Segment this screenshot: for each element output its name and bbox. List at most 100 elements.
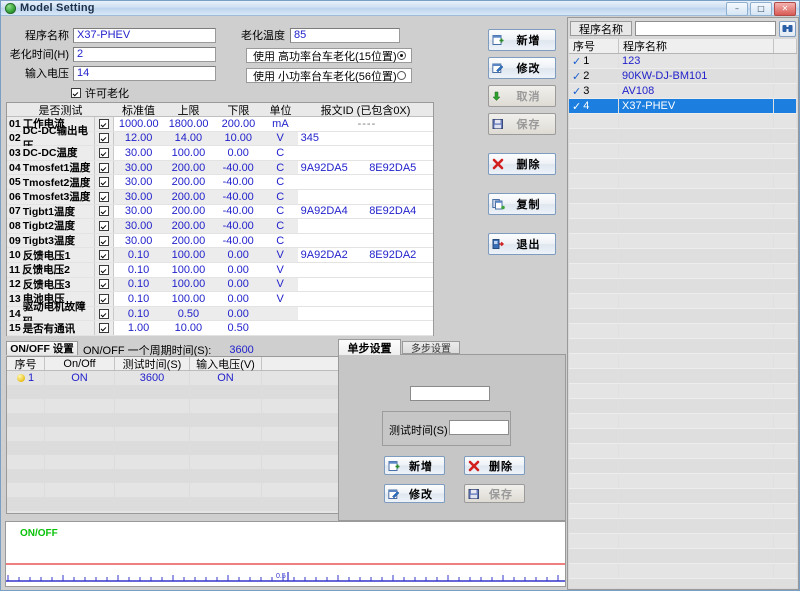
row-test-checkbox-cell[interactable] [94,306,115,321]
row-test-checkbox[interactable] [98,220,109,231]
empty-cell [619,579,774,588]
aging-time-input[interactable]: 2 [73,46,216,62]
tab-onoff-settings[interactable]: ON/OFF 设置 [6,341,78,355]
step-button-edit-pencil[interactable]: 修改 [384,484,445,503]
empty-cell [774,414,797,428]
allow-aging-checkbox[interactable] [71,88,81,98]
list-item[interactable]: ✓ 1 123 [569,54,797,69]
row-test-checkbox-cell[interactable] [94,160,115,175]
table-row[interactable]: 15 是否有通讯 1.00 10.00 0.50 [7,321,433,336]
table-row[interactable]: 14驱动电机故障码 0.100.500.00 [7,301,433,328]
row-test-checkbox-cell[interactable] [94,292,115,306]
row-test-checkbox[interactable] [98,206,109,217]
row-test-checkbox[interactable] [98,162,109,173]
row-test-checkbox-cell[interactable] [94,248,115,262]
row-test-checkbox[interactable] [98,147,109,158]
row-test-checkbox[interactable] [98,177,109,188]
step-time-input[interactable] [449,420,509,435]
row-test-checkbox-cell[interactable] [94,321,115,335]
program-search-bar: 程序名称 [568,18,798,37]
row-test-checkbox-cell[interactable] [94,204,115,219]
table-row[interactable]: 07 Tigbt1温度 30.00 200.00 -40.00 C 9A92DA4 8E92D… [7,204,433,220]
table-row[interactable]: 08 Tigbt2温度 30.00 200.00 -40.00 C [7,219,433,234]
row-unit: C [262,189,298,204]
step-button-red-x[interactable]: 删除 [464,456,525,475]
table-row[interactable]: 06 Tmosfet3温度 30.00 200.00 -40.00 C [7,189,433,205]
onoff-row-empty [7,427,345,441]
step-settings-panel: 单步设置 多步设置 测试时间(S) 新增 删除 修改 保存 [338,339,566,521]
close-button[interactable]: ✕ [774,2,796,16]
onoff-row[interactable]: 1 ON 3600 ON [7,371,345,385]
tab-multi-step[interactable]: 多步设置 [402,341,460,355]
row-test-checkbox[interactable] [98,308,109,319]
table-row[interactable]: 03 DC-DC温度 30.00 100.00 0.00 C [7,146,433,161]
table-row[interactable]: 02DC-DC输出电压 12.0014.0010.00V345 [7,125,433,152]
parameter-grid[interactable]: 是否测试 标准值 上限 下限 单位 报文ID (已包含0X) 01 工作电流 100… [6,102,434,336]
row-test-checkbox-cell[interactable] [94,131,115,146]
row-test-checkbox-cell[interactable] [94,146,115,160]
table-row[interactable]: 04 Tmosfet1温度 30.00 200.00 -40.00 C 9A92DA5 8E9… [7,160,433,176]
row-test-checkbox-cell[interactable] [94,277,115,292]
step-name-input[interactable] [410,386,490,401]
high-power-radio[interactable] [397,51,406,60]
button-copy[interactable]: 复制 [488,193,556,215]
row-test-checkbox[interactable] [98,250,109,261]
high-power-option[interactable]: 使用 高功率台车老化(15位置) [246,48,412,63]
button-red-x[interactable]: 删除 [488,153,556,175]
program-name-input[interactable]: X37-PHEV [73,27,216,43]
input-voltage-input[interactable]: 14 [73,65,216,81]
row-test-checkbox[interactable] [98,264,109,275]
table-row[interactable]: 05 Tmosfet2温度 30.00 200.00 -40.00 C [7,175,433,190]
row-test-checkbox[interactable] [98,323,109,334]
row-index: 04 [9,161,21,174]
empty-cell [619,459,774,473]
table-row[interactable]: 09 Tigbt3温度 30.00 200.00 -40.00 C [7,233,433,249]
table-row[interactable]: 10 反馈电压1 0.10 100.00 0.00 V 9A92DA2 8E92DA2 [7,248,433,263]
row-test-checkbox-cell[interactable] [94,175,115,189]
empty-cell [774,354,797,368]
list-item-empty [569,489,797,504]
program-search-button[interactable] [779,20,796,37]
row-test-checkbox-cell[interactable] [94,219,115,233]
row-test-checkbox[interactable] [98,133,109,144]
button-exit-door[interactable]: 退出 [488,233,556,255]
row-test-checkbox[interactable] [98,279,109,290]
row-test-checkbox-cell[interactable] [94,262,115,277]
low-power-radio[interactable] [397,71,406,80]
list-item[interactable]: ✓ 2 90KW-DJ-BM101 [569,69,797,84]
row-test-checkbox-cell[interactable] [94,233,115,248]
onoff-grid[interactable]: 序号 On/Off 测试时间(S) 输入电压(V) 1 ON 3600 ON [6,356,346,514]
list-item[interactable]: ✓ 4 X37-PHEV [569,99,797,114]
tab-single-step[interactable]: 单步设置 [338,339,401,355]
minimize-button[interactable]: – [726,2,748,16]
list-item[interactable]: ✓ 3 AV108 [569,84,797,99]
step-button-new-document[interactable]: 新增 [384,456,445,475]
empty-cell [569,189,619,203]
row-upper-limit: 200.00 [171,234,206,247]
empty-cell [774,174,797,188]
program-search-input[interactable] [635,21,776,36]
empty-cell [619,204,774,218]
empty-cell [774,309,797,323]
allow-aging-row[interactable]: 许可老化 [71,85,129,101]
maximize-button[interactable]: □ [750,2,772,16]
list-item-empty [569,264,797,279]
row-test-checkbox[interactable] [98,293,109,304]
button-edit-pencil[interactable]: 修改 [488,57,556,79]
row-test-checkbox-cell[interactable] [94,117,115,131]
row-test-checkbox-cell[interactable] [94,189,115,204]
row-test-checkbox[interactable] [98,235,109,246]
row-test-checkbox[interactable] [99,118,110,129]
program-list-panel: 程序名称 序号 程序名称 ✓ 1 123 ✓ 2 90KW-DJ-BM101 ✓ 3 AV108… [567,17,799,590]
aging-temp-input[interactable]: 85 [290,27,400,43]
onoff-row-empty [7,399,345,413]
table-row[interactable]: 12 反馈电压3 0.10 100.00 0.00 V [7,277,433,293]
table-row[interactable]: 11 反馈电压2 0.10 100.00 0.00 V [7,262,433,278]
row-lower-limit: 200.00 [221,117,256,130]
program-list-header-name: 程序名称 [619,39,774,53]
list-item-name: X37-PHEV [619,99,774,113]
row-test-checkbox[interactable] [98,191,109,202]
button-new-document[interactable]: 新增 [488,29,556,51]
low-power-option[interactable]: 使用 小功率台车老化(56位置) [246,68,412,83]
program-list-grid[interactable]: 序号 程序名称 ✓ 1 123 ✓ 2 90KW-DJ-BM101 ✓ 3 AV108 ✓ 4 X37… [569,39,797,588]
